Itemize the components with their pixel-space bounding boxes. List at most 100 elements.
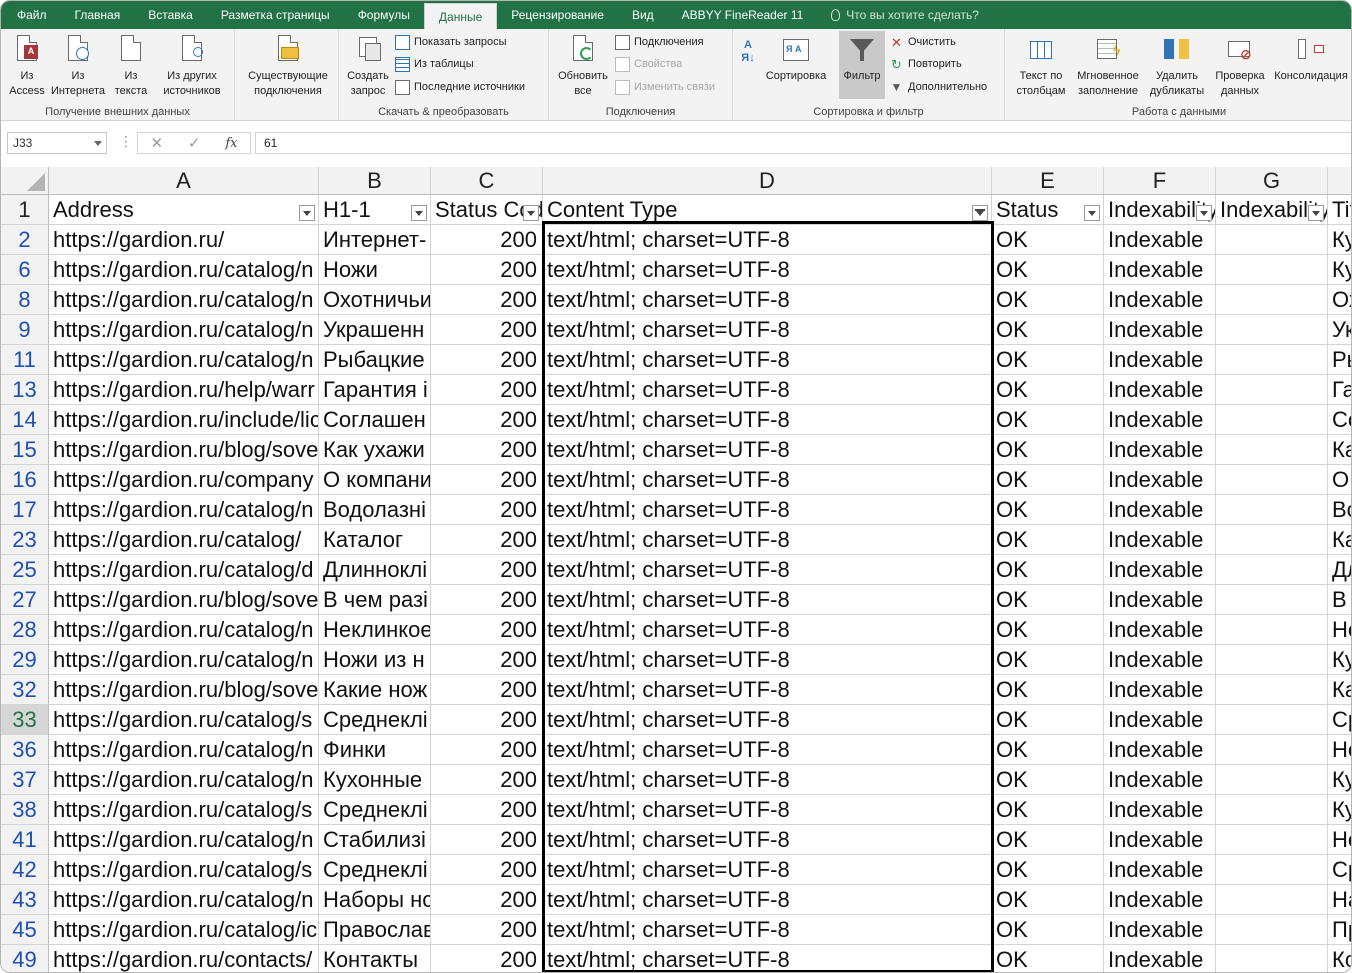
column-header-b[interactable]: B bbox=[319, 167, 431, 195]
table-cell[interactable]: OK bbox=[992, 825, 1104, 855]
table-cell[interactable]: https://gardion.ru/catalog/n bbox=[49, 825, 319, 855]
row-number[interactable]: 33 bbox=[1, 705, 49, 735]
table-cell[interactable]: 200 bbox=[431, 885, 543, 915]
remove-duplicates-button[interactable]: Удалить дубликаты bbox=[1145, 33, 1209, 99]
table-cell[interactable]: OK bbox=[992, 585, 1104, 615]
tab-page-layout[interactable]: Разметка страницы bbox=[207, 1, 344, 29]
cancel-icon[interactable]: ✕ bbox=[150, 134, 163, 152]
table-cell[interactable]: text/html; charset=UTF-8 bbox=[543, 255, 992, 285]
table-cell[interactable]: 200 bbox=[431, 615, 543, 645]
properties-button[interactable]: Свойства bbox=[615, 54, 682, 74]
table-cell[interactable]: https://gardion.ru/catalog/d bbox=[49, 555, 319, 585]
table-cell[interactable]: text/html; charset=UTF-8 bbox=[543, 585, 992, 615]
table-cell[interactable]: Indexable bbox=[1104, 585, 1216, 615]
filter-dropdown-icon[interactable] bbox=[299, 205, 315, 221]
consolidate-button[interactable]: Консолидация bbox=[1269, 33, 1351, 84]
table-cell[interactable]: OK bbox=[992, 525, 1104, 555]
table-cell[interactable]: Православ bbox=[319, 915, 431, 945]
recent-sources-button[interactable]: Последние источники bbox=[395, 77, 525, 97]
column-header-f[interactable]: F bbox=[1104, 167, 1216, 195]
table-cell[interactable]: Ножи из н bbox=[319, 645, 431, 675]
row-number[interactable]: 28 bbox=[1, 615, 49, 645]
table-cell[interactable]: OK bbox=[992, 705, 1104, 735]
table-cell[interactable]: text/html; charset=UTF-8 bbox=[543, 945, 992, 972]
new-query-button[interactable]: Создать запрос bbox=[343, 33, 393, 99]
filter-dropdown-icon[interactable] bbox=[1308, 205, 1324, 221]
table-cell[interactable] bbox=[1216, 525, 1328, 555]
show-queries-button[interactable]: Показать запросы bbox=[395, 32, 507, 52]
table-cell[interactable] bbox=[1216, 615, 1328, 645]
column-title[interactable]: Status Code bbox=[431, 195, 543, 225]
table-cell[interactable]: Indexable bbox=[1104, 315, 1216, 345]
table-cell[interactable]: Ку bbox=[1328, 645, 1351, 675]
table-cell[interactable]: https://gardion.ru/catalog/n bbox=[49, 885, 319, 915]
table-cell[interactable]: Indexable bbox=[1104, 735, 1216, 765]
table-cell[interactable]: Длинноклі bbox=[319, 555, 431, 585]
table-cell[interactable]: https://gardion.ru/blog/sove bbox=[49, 675, 319, 705]
table-cell[interactable]: Дл bbox=[1328, 555, 1351, 585]
table-cell[interactable]: Indexable bbox=[1104, 945, 1216, 972]
row-number[interactable]: 38 bbox=[1, 795, 49, 825]
row-number[interactable]: 16 bbox=[1, 465, 49, 495]
table-cell[interactable]: https://gardion.ru/company bbox=[49, 465, 319, 495]
table-cell[interactable]: OK bbox=[992, 255, 1104, 285]
table-cell[interactable]: Indexable bbox=[1104, 645, 1216, 675]
row-number[interactable]: 42 bbox=[1, 855, 49, 885]
row-number[interactable]: 14 bbox=[1, 405, 49, 435]
table-cell[interactable]: text/html; charset=UTF-8 bbox=[543, 315, 992, 345]
table-cell[interactable]: text/html; charset=UTF-8 bbox=[543, 855, 992, 885]
table-cell[interactable]: Indexable bbox=[1104, 255, 1216, 285]
table-cell[interactable] bbox=[1216, 735, 1328, 765]
table-cell[interactable] bbox=[1216, 645, 1328, 675]
tab-insert[interactable]: Вставка bbox=[134, 1, 207, 29]
table-cell[interactable]: OK bbox=[992, 615, 1104, 645]
table-cell[interactable]: text/html; charset=UTF-8 bbox=[543, 465, 992, 495]
table-cell[interactable] bbox=[1216, 285, 1328, 315]
row-number[interactable]: 9 bbox=[1, 315, 49, 345]
table-cell[interactable]: https://gardion.ru/catalog/ bbox=[49, 525, 319, 555]
table-cell[interactable]: https://gardion.ru/catalog/n bbox=[49, 315, 319, 345]
column-header-d[interactable]: D bbox=[543, 167, 992, 195]
table-cell[interactable] bbox=[1216, 435, 1328, 465]
table-cell[interactable]: OK bbox=[992, 375, 1104, 405]
text-to-columns-button[interactable]: Текст по столбцам bbox=[1011, 33, 1071, 99]
table-cell[interactable]: Indexable bbox=[1104, 825, 1216, 855]
table-cell[interactable]: Наборы нс bbox=[319, 885, 431, 915]
table-cell[interactable]: 200 bbox=[431, 735, 543, 765]
table-cell[interactable]: Каталог bbox=[319, 525, 431, 555]
row-number[interactable]: 11 bbox=[1, 345, 49, 375]
table-cell[interactable]: 200 bbox=[431, 645, 543, 675]
table-cell[interactable]: 200 bbox=[431, 705, 543, 735]
table-cell[interactable]: text/html; charset=UTF-8 bbox=[543, 915, 992, 945]
tell-me-box[interactable]: Что вы хотите сделать? bbox=[817, 1, 993, 29]
table-cell[interactable]: Indexable bbox=[1104, 615, 1216, 645]
table-cell[interactable]: О bbox=[1328, 465, 1351, 495]
table-cell[interactable] bbox=[1216, 795, 1328, 825]
table-cell[interactable]: text/html; charset=UTF-8 bbox=[543, 615, 992, 645]
chevron-down-icon[interactable] bbox=[94, 141, 102, 146]
filter-dropdown-icon[interactable] bbox=[411, 205, 427, 221]
row-number[interactable]: 41 bbox=[1, 825, 49, 855]
table-cell[interactable]: Ры bbox=[1328, 345, 1351, 375]
row-number[interactable]: 15 bbox=[1, 435, 49, 465]
table-cell[interactable]: OK bbox=[992, 675, 1104, 705]
table-cell[interactable]: Украшенн bbox=[319, 315, 431, 345]
tab-formulas[interactable]: Формулы bbox=[344, 1, 424, 29]
connections-button[interactable]: Подключения bbox=[615, 32, 704, 52]
table-cell[interactable] bbox=[1216, 825, 1328, 855]
table-cell[interactable]: Среднеклі bbox=[319, 705, 431, 735]
row-number[interactable]: 27 bbox=[1, 585, 49, 615]
table-cell[interactable]: OK bbox=[992, 435, 1104, 465]
table-cell[interactable]: 200 bbox=[431, 435, 543, 465]
table-cell[interactable]: 200 bbox=[431, 405, 543, 435]
tab-view[interactable]: Вид bbox=[618, 1, 668, 29]
row-number[interactable]: 1 bbox=[1, 195, 49, 225]
table-cell[interactable]: Indexable bbox=[1104, 525, 1216, 555]
table-cell[interactable]: https://gardion.ru/contacts/ bbox=[49, 945, 319, 972]
table-cell[interactable]: Контакты bbox=[319, 945, 431, 972]
filter-dropdown-icon[interactable] bbox=[1084, 205, 1100, 221]
table-cell[interactable]: OK bbox=[992, 765, 1104, 795]
table-cell[interactable]: https://gardion.ru/catalog/n bbox=[49, 645, 319, 675]
table-cell[interactable]: https://gardion.ru/catalog/s bbox=[49, 705, 319, 735]
sort-az-button[interactable]: A Я↓ bbox=[737, 39, 759, 65]
